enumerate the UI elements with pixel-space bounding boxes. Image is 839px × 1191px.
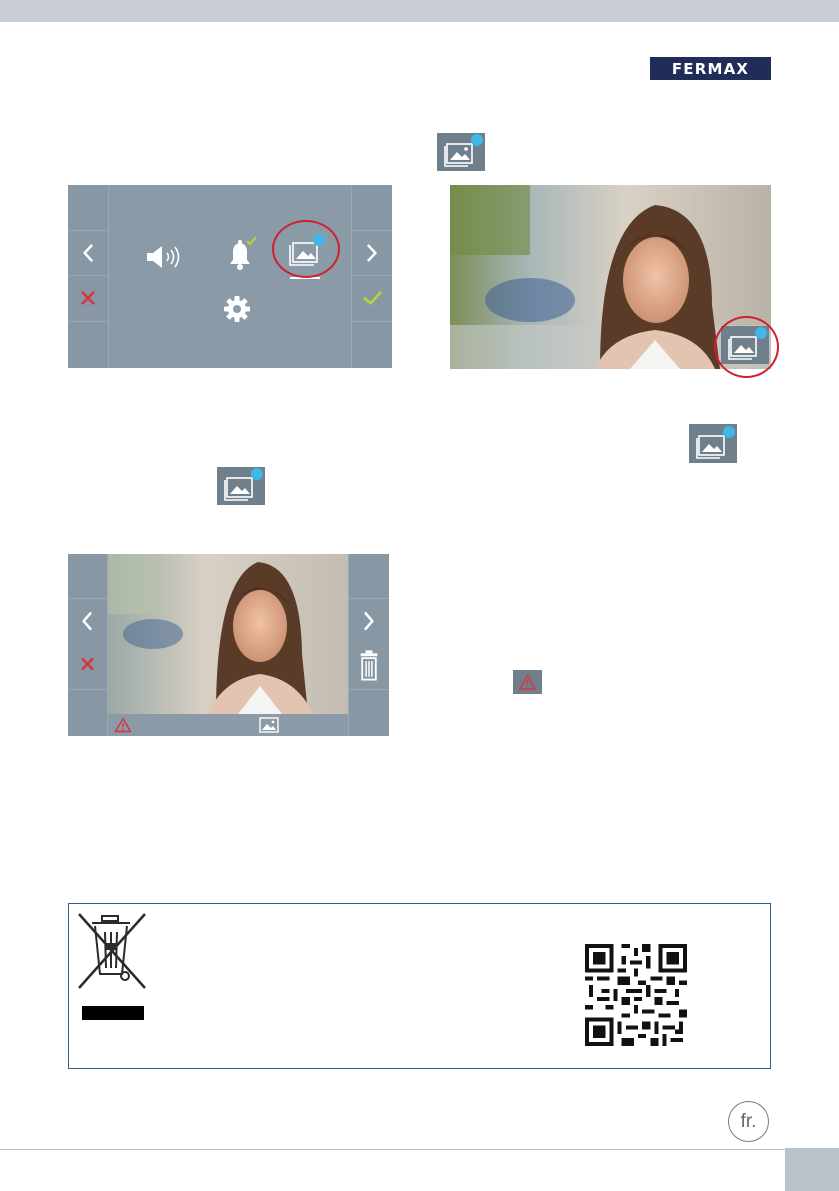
gear-icon[interactable] bbox=[221, 293, 253, 325]
recycling-notice-box bbox=[68, 903, 771, 1069]
bell-check-icon[interactable] bbox=[221, 233, 261, 273]
chevron-right-button[interactable] bbox=[351, 231, 392, 276]
menu-right-buttons bbox=[351, 185, 392, 368]
chevron-left-icon bbox=[83, 244, 93, 262]
chevron-right-icon bbox=[360, 612, 378, 681]
check-icon bbox=[363, 291, 382, 305]
menu-left-blank-button-bottom[interactable] bbox=[68, 322, 109, 368]
gallery-left-blank-button[interactable] bbox=[68, 554, 108, 599]
gallery-next-delete-buttons[interactable] bbox=[348, 599, 389, 690]
gallery-left-buttons bbox=[68, 554, 108, 736]
menu-right-blank-button[interactable] bbox=[351, 185, 392, 231]
warning-icon bbox=[513, 670, 542, 694]
image-icon bbox=[259, 717, 279, 733]
crossed-bin-icon bbox=[78, 913, 146, 989]
separate-collection-bar bbox=[82, 1006, 144, 1020]
speaker-volume-icon[interactable] bbox=[145, 243, 185, 271]
highlight-ring-photo bbox=[714, 316, 779, 378]
gallery-screen bbox=[68, 554, 389, 736]
confirm-button[interactable] bbox=[351, 276, 392, 322]
close-icon bbox=[81, 291, 95, 305]
highlight-ring bbox=[272, 220, 340, 278]
menu-left-blank-button[interactable] bbox=[68, 185, 109, 231]
gallery-left-blank-bottom[interactable] bbox=[68, 690, 108, 736]
gallery-right-blank-bottom[interactable] bbox=[348, 690, 389, 736]
image-gallery-icon bbox=[689, 424, 737, 463]
cancel-button[interactable] bbox=[68, 276, 109, 322]
gallery-right-blank-button[interactable] bbox=[348, 554, 389, 599]
image-gallery-icon bbox=[217, 467, 265, 505]
chevron-right-icon bbox=[367, 244, 377, 262]
bottom-rule bbox=[0, 1149, 785, 1150]
gallery-status-bar bbox=[108, 714, 348, 736]
menu-right-blank-button-bottom[interactable] bbox=[351, 322, 392, 368]
trash-icon bbox=[360, 650, 378, 681]
language-badge: fr. bbox=[728, 1101, 769, 1142]
image-gallery-icon bbox=[437, 133, 485, 171]
top-band bbox=[0, 0, 839, 22]
chevron-left-icon bbox=[81, 612, 94, 671]
menu-screen bbox=[68, 185, 392, 368]
chevron-left-button[interactable] bbox=[68, 231, 109, 276]
gallery-prev-cancel-buttons[interactable] bbox=[68, 599, 108, 690]
qr-code-icon[interactable] bbox=[585, 944, 687, 1046]
warning-icon bbox=[114, 717, 132, 733]
gallery-right-buttons bbox=[348, 554, 389, 736]
page-tab bbox=[785, 1148, 839, 1191]
menu-left-buttons bbox=[68, 185, 109, 368]
fermax-logo: FERMAX bbox=[650, 57, 771, 80]
gallery-photo bbox=[108, 554, 348, 714]
